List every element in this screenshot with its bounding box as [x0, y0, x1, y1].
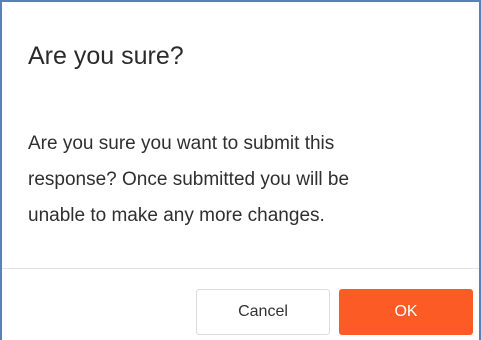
dialog-message-line: Are you sure you want to submit this — [28, 133, 335, 154]
cancel-button[interactable]: Cancel — [196, 289, 330, 335]
ok-button[interactable]: OK — [339, 289, 473, 335]
dialog-message: Are you sure you want to submit this res… — [28, 126, 458, 234]
confirm-dialog: Are you sure? Are you sure you want to s… — [0, 0, 481, 340]
footer-divider — [2, 268, 479, 269]
dialog-message-line: unable to make any more changes. — [28, 205, 325, 226]
dialog-message-line: response? Once submitted you will be — [28, 169, 350, 190]
dialog-title: Are you sure? — [28, 42, 184, 70]
